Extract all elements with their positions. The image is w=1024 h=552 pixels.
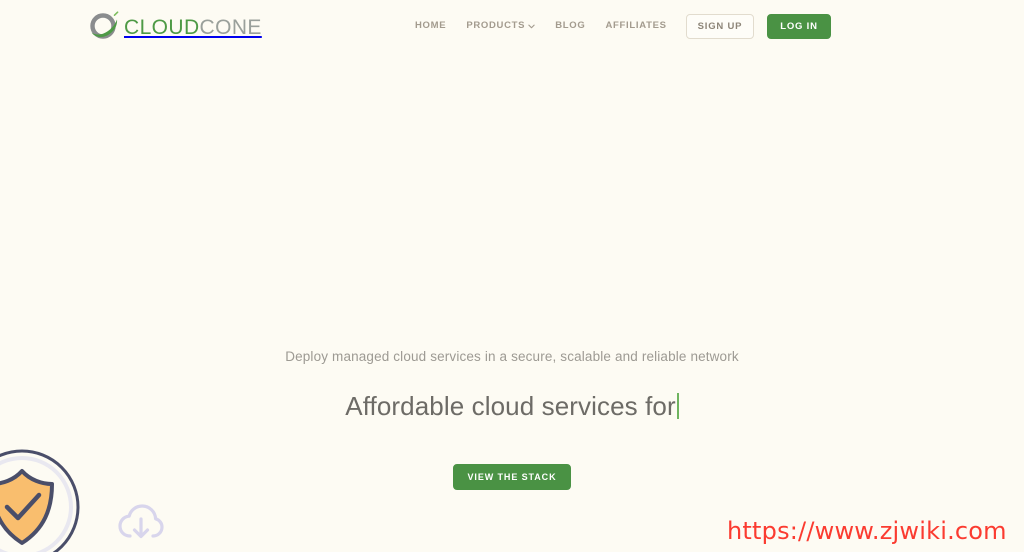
nav-item-affiliates[interactable]: AFFILIATES [605,20,666,31]
typing-cursor [676,392,679,419]
watermark-url: https://www.zjwiki.com [727,517,1007,545]
nav-label-products: PRODUCTS [466,20,526,31]
site-header: CLOUDCONE HOME PRODUCTS BLOG AFFILIATES [0,0,1024,54]
nav-label-affiliates: AFFILIATES [605,20,667,31]
nav-label-home: HOME [415,20,447,31]
hero-title: Affordable cloud services for [345,390,676,421]
logo-wordmark: CLOUDCONE [124,17,262,38]
logo-link[interactable]: CLOUDCONE [88,10,262,44]
hero-cta-wrap: VIEW THE STACK [453,463,571,490]
header-actions: SIGN UP LOG IN [686,14,831,39]
hero-title-row: Affordable cloud services for [345,389,679,423]
cloud-download-icon [118,503,164,547]
page-root: CLOUDCONE HOME PRODUCTS BLOG AFFILIATES [0,0,1024,552]
nav-item-home[interactable]: HOME [415,20,446,31]
hero-subtitle: Deploy managed cloud services in a secur… [285,349,739,364]
sign-up-button[interactable]: SIGN UP [686,14,754,39]
hero-section: Deploy managed cloud services in a secur… [0,348,1024,490]
logo-word-cone: CONE [199,15,262,39]
nav-item-blog[interactable]: BLOG [555,20,585,31]
log-in-button[interactable]: LOG IN [767,14,831,39]
cloudcone-swoosh-logo-icon [88,11,120,43]
nav-label-blog: BLOG [555,20,586,31]
logo-word-cloud: CLOUD [124,15,200,39]
chevron-down-icon [528,22,535,29]
view-the-stack-button[interactable]: VIEW THE STACK [453,463,571,490]
nav-item-products[interactable]: PRODUCTS [466,20,535,31]
